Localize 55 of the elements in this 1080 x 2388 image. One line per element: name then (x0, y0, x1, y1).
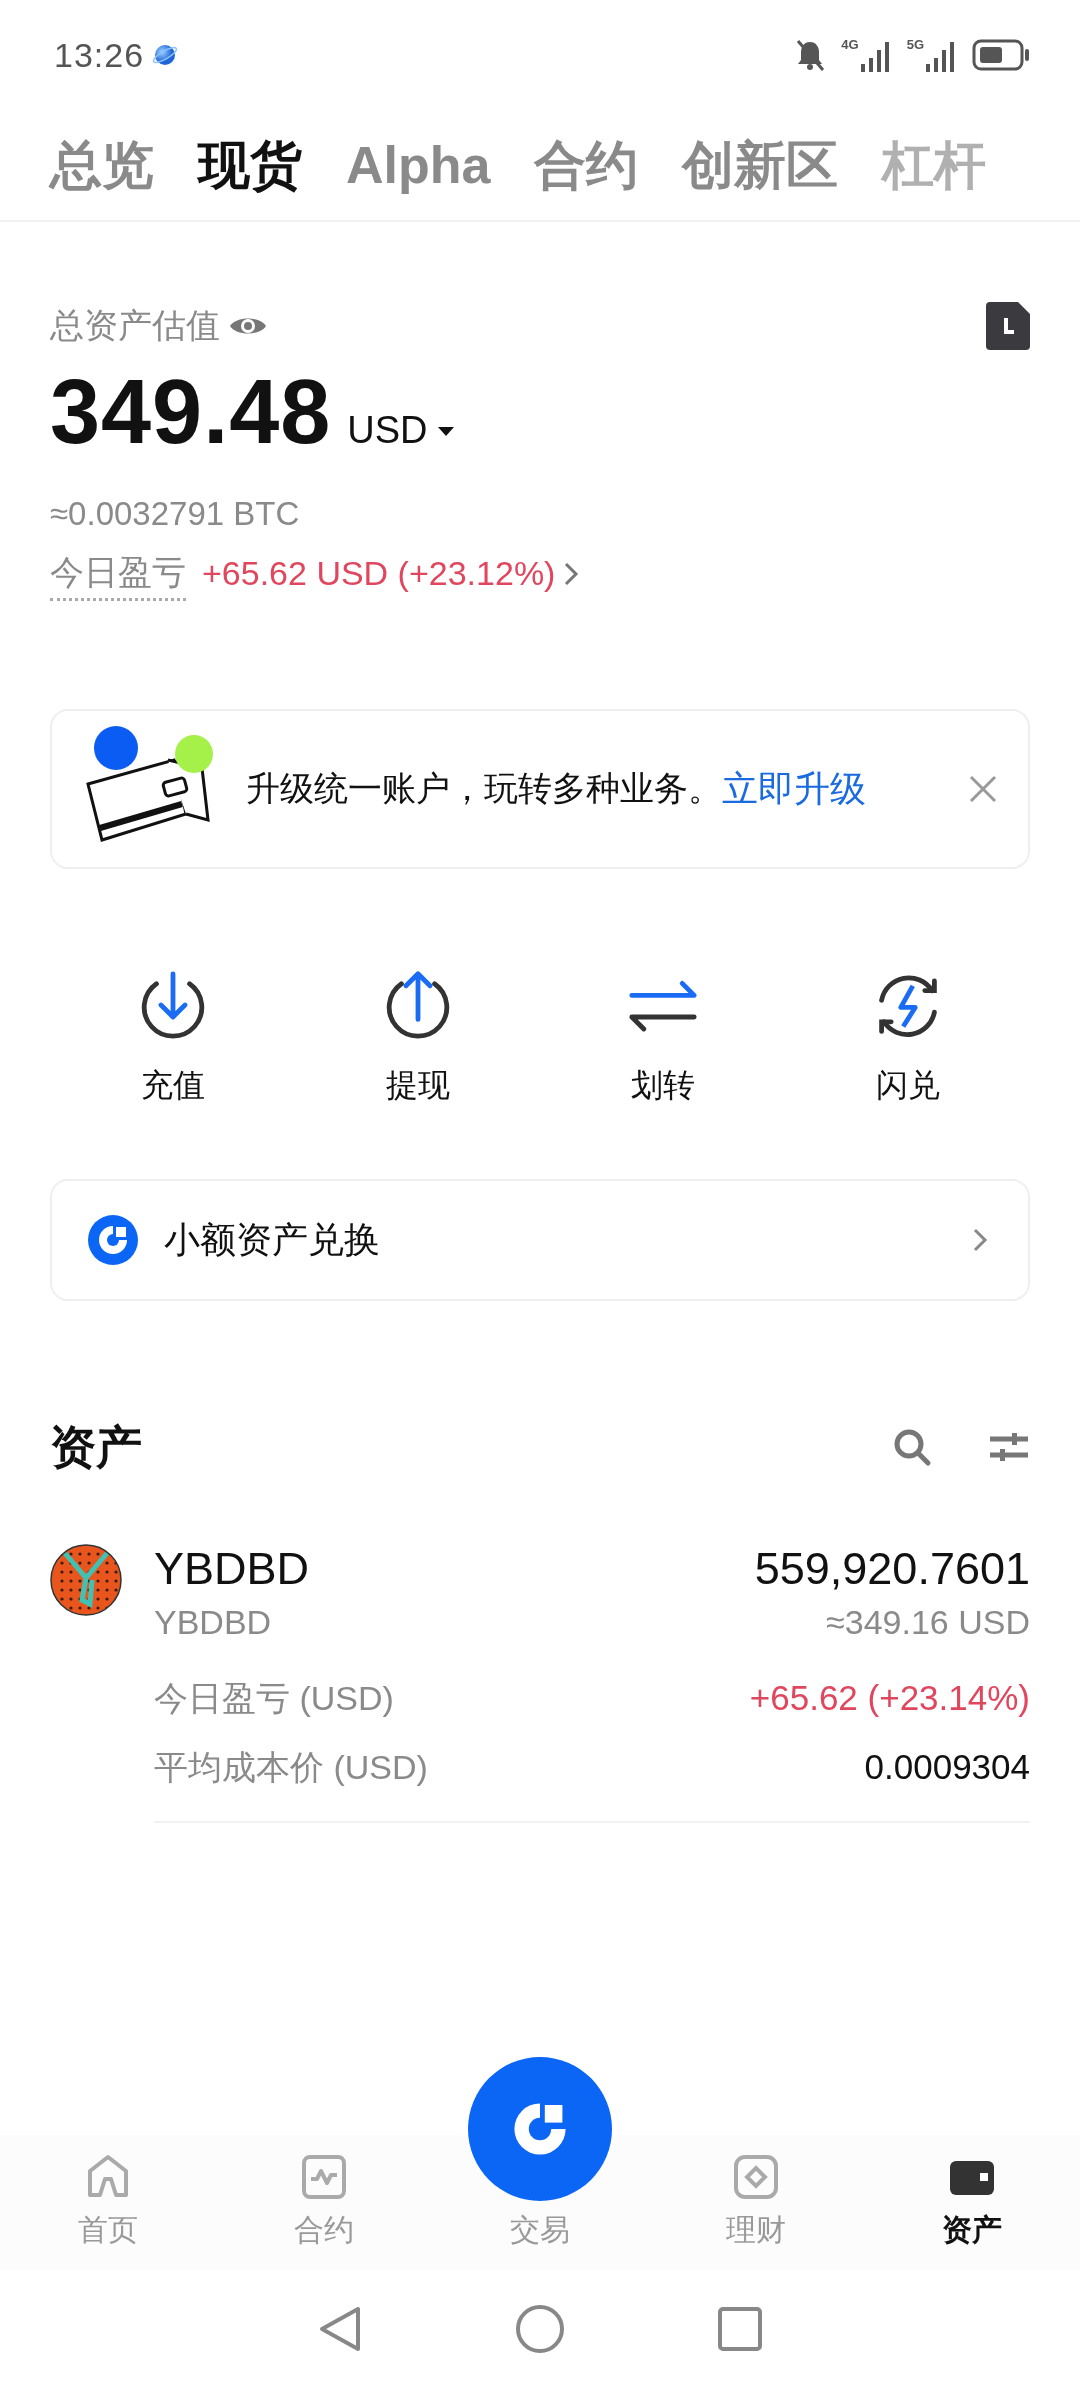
close-icon[interactable] (968, 773, 998, 804)
promo-text: 升级统一账户，玩转多种业务。 (246, 768, 722, 809)
chevron-icon (563, 560, 580, 587)
asset-symbol: YBDBD (154, 1543, 310, 1593)
tab[interactable]: 合约 (534, 133, 639, 197)
btc-value: ≈0.0032791 BTC (50, 494, 301, 534)
tab[interactable]: Alpha (346, 133, 491, 197)
small-assets-convert[interactable]: 小额资产兑换 (50, 1178, 1030, 1301)
asset-amount: 559,920.7601 (754, 1543, 1030, 1593)
action-button[interactable]: 闪兑 (785, 968, 1030, 1109)
section-title: 资产 (50, 1419, 143, 1475)
battery-icon (972, 39, 1030, 71)
pnl-label: 今日盈亏 (USD) (154, 1678, 394, 1719)
currency-selector[interactable]: USD (347, 402, 456, 459)
network-type: 4G (841, 38, 859, 51)
action-button[interactable]: 划转 (540, 968, 785, 1109)
nav-tab[interactable]: 交易 (432, 2057, 648, 2252)
action-button[interactable]: 充值 (50, 968, 295, 1109)
circle-icon (515, 2304, 565, 2354)
cost-value: 0.0009304 (864, 1745, 1030, 1788)
nav-tab[interactable]: 资产 (864, 2153, 1080, 2252)
tab[interactable]: 杠杆 (882, 133, 987, 197)
status-time: 13:26 (54, 34, 145, 76)
tab[interactable]: 现货 (198, 133, 302, 197)
nav-tab[interactable]: 理财 (648, 2153, 864, 2252)
pnl-label: 今日盈亏 (50, 546, 186, 601)
logo-icon (468, 2057, 612, 2201)
filter-button[interactable] (988, 1431, 1030, 1463)
document-icon[interactable] (986, 301, 1030, 350)
chevron-icon (972, 1226, 988, 1253)
tab[interactable]: 创新区 (682, 133, 839, 197)
upgrade-link[interactable]: 立即升级 (722, 761, 866, 816)
search-button[interactable] (892, 1427, 932, 1467)
asset-value: ≈349.16 USD (826, 1602, 1030, 1643)
planet-icon (152, 42, 179, 68)
pnl-value[interactable]: +65.62 USD (+23.12%) (202, 548, 580, 599)
search-icon (892, 1427, 932, 1467)
sliders-icon (988, 1431, 1030, 1463)
action-button[interactable]: 提现 (295, 968, 540, 1109)
asset-name: YBDBD (154, 1602, 272, 1643)
back-icon (318, 2305, 362, 2353)
square-icon (717, 2306, 763, 2352)
nav-tab[interactable]: 首页 (0, 2153, 216, 2252)
balance-amount: 349.48 (50, 367, 332, 457)
balance-label: 总资产估值 (50, 305, 220, 346)
tab[interactable]: 总览 (50, 133, 154, 197)
network-type: 5G (906, 38, 924, 51)
chart-icon (300, 2153, 348, 2201)
pnl-value: +65.62 (+23.14%) (749, 1677, 1030, 1719)
coin-icon (50, 1543, 122, 1616)
nav-tab[interactable]: 合约 (216, 2153, 432, 2252)
caret-icon (435, 424, 456, 437)
cost-label: 平均成本价 (USD) (154, 1746, 428, 1788)
muted-bell-icon (795, 38, 826, 72)
logo-icon (88, 1214, 138, 1265)
